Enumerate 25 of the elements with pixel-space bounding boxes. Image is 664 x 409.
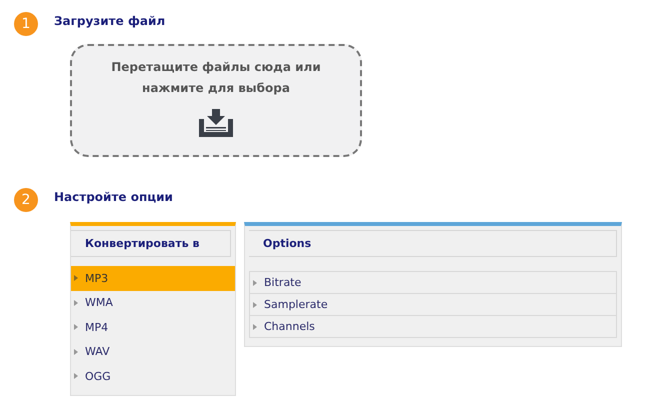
arrow-icon — [74, 275, 78, 282]
arrow-icon — [74, 373, 78, 380]
file-drop-zone[interactable]: Перетащите файлы сюда или нажмите для выбора — [70, 44, 362, 157]
arrow-icon — [74, 324, 78, 330]
format-item[interactable]: OGG — [71, 364, 235, 388]
download-tray-icon — [199, 109, 233, 137]
panel-title: Конвертировать в — [85, 237, 200, 250]
arrow-icon — [253, 302, 257, 308]
step-title: Настройте опции — [54, 190, 173, 204]
panel-title: Options — [263, 237, 312, 250]
option-item[interactable]: Bitrate — [249, 271, 617, 293]
step-number-badge: 1 — [14, 12, 38, 36]
step-number-badge: 2 — [14, 188, 38, 212]
format-item[interactable]: WAV — [71, 340, 235, 364]
format-item[interactable]: MP3 — [71, 266, 235, 290]
format-item[interactable]: WMA — [71, 290, 235, 315]
option-item[interactable]: Samplerate — [249, 293, 617, 315]
arrow-icon — [253, 324, 257, 330]
drop-zone-text: Перетащите файлы сюда или нажмите для выбора — [111, 59, 321, 97]
arrow-icon — [253, 280, 257, 286]
arrow-icon — [74, 300, 78, 306]
arrow-icon — [74, 348, 78, 355]
format-item[interactable]: MP4 — [71, 315, 235, 340]
step-title: Загрузите файл — [54, 14, 166, 28]
option-item[interactable]: Channels — [249, 315, 617, 338]
